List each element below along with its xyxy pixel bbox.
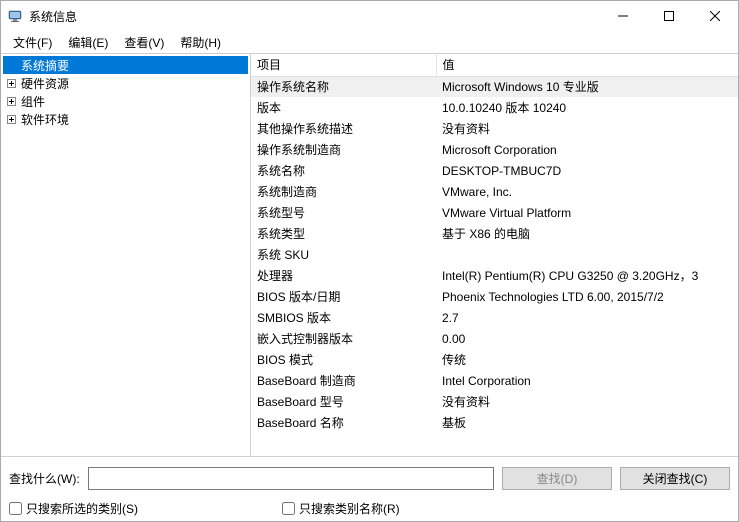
tree-label: 硬件资源 xyxy=(19,75,71,92)
search-label: 查找什么(W): xyxy=(9,470,80,487)
expand-icon[interactable] xyxy=(5,95,17,107)
cell-value: Microsoft Corporation xyxy=(436,139,738,160)
maximize-button[interactable] xyxy=(646,1,692,31)
table-row[interactable]: BaseBoard 名称基板 xyxy=(251,412,738,433)
menu-file[interactable]: 文件(F) xyxy=(5,32,60,53)
cell-value: Intel(R) Pentium(R) CPU G3250 @ 3.20GHz，… xyxy=(436,265,738,286)
table-row[interactable]: 其他操作系统描述没有资料 xyxy=(251,118,738,139)
table-row[interactable]: BIOS 版本/日期Phoenix Technologies LTD 6.00,… xyxy=(251,286,738,307)
tree-node[interactable]: 硬件资源 xyxy=(3,74,248,92)
search-selected-only-label[interactable]: 只搜索所选的类别(S) xyxy=(26,500,138,517)
cell-value: VMware Virtual Platform xyxy=(436,202,738,223)
cell-value: 没有资料 xyxy=(436,118,738,139)
cell-item: 系统制造商 xyxy=(251,181,436,202)
tree-node[interactable]: 软件环境 xyxy=(3,110,248,128)
tree-label: 组件 xyxy=(19,93,47,110)
cell-item: 系统型号 xyxy=(251,202,436,223)
details-list[interactable]: 项目 值 操作系统名称Microsoft Windows 10 专业版版本10.… xyxy=(251,54,738,456)
cell-value: 0.00 xyxy=(436,328,738,349)
cell-item: BaseBoard 名称 xyxy=(251,412,436,433)
content-pane: 系统摘要 硬件资源组件软件环境 项目 值 操作系统名称Microsoft Win… xyxy=(1,53,738,456)
table-row[interactable]: 系统制造商VMware, Inc. xyxy=(251,181,738,202)
table-row[interactable]: 处理器Intel(R) Pentium(R) CPU G3250 @ 3.20G… xyxy=(251,265,738,286)
cell-item: BaseBoard 型号 xyxy=(251,391,436,412)
tree-root-system-summary[interactable]: 系统摘要 xyxy=(3,56,248,74)
cell-value: 基板 xyxy=(436,412,738,433)
cell-value: Phoenix Technologies LTD 6.00, 2015/7/2 xyxy=(436,286,738,307)
cell-value: 2.7 xyxy=(436,307,738,328)
cell-value: Intel Corporation xyxy=(436,370,738,391)
table-row[interactable]: BaseBoard 制造商Intel Corporation xyxy=(251,370,738,391)
search-category-names-only-checkbox[interactable] xyxy=(282,502,295,515)
menu-help[interactable]: 帮助(H) xyxy=(172,32,229,53)
titlebar: 系统信息 xyxy=(1,1,738,31)
table-row[interactable]: 嵌入式控制器版本0.00 xyxy=(251,328,738,349)
cell-value: 没有资料 xyxy=(436,391,738,412)
table-row[interactable]: 系统 SKU xyxy=(251,244,738,265)
category-tree[interactable]: 系统摘要 硬件资源组件软件环境 xyxy=(1,54,251,456)
cell-item: 操作系统名称 xyxy=(251,76,436,97)
menu-view[interactable]: 查看(V) xyxy=(116,32,172,53)
cell-value: 基于 X86 的电脑 xyxy=(436,223,738,244)
table-row[interactable]: BIOS 模式传统 xyxy=(251,349,738,370)
cell-value: Microsoft Windows 10 专业版 xyxy=(436,76,738,97)
cell-item: 其他操作系统描述 xyxy=(251,118,436,139)
table-row[interactable]: 系统型号VMware Virtual Platform xyxy=(251,202,738,223)
window-title: 系统信息 xyxy=(29,8,77,25)
search-input[interactable] xyxy=(88,467,494,490)
column-header-value[interactable]: 值 xyxy=(436,54,738,76)
cell-item: 操作系统制造商 xyxy=(251,139,436,160)
cell-item: 系统名称 xyxy=(251,160,436,181)
cell-value xyxy=(436,244,738,265)
cell-value: DESKTOP-TMBUC7D xyxy=(436,160,738,181)
table-row[interactable]: BaseBoard 型号没有资料 xyxy=(251,391,738,412)
table-row[interactable]: 系统类型基于 X86 的电脑 xyxy=(251,223,738,244)
tree-label: 软件环境 xyxy=(19,111,71,128)
find-button[interactable]: 查找(D) xyxy=(502,467,612,490)
cell-item: SMBIOS 版本 xyxy=(251,307,436,328)
minimize-button[interactable] xyxy=(600,1,646,31)
cell-item: 系统类型 xyxy=(251,223,436,244)
cell-item: BIOS 版本/日期 xyxy=(251,286,436,307)
menubar: 文件(F) 编辑(E) 查看(V) 帮助(H) xyxy=(1,31,738,53)
expand-icon[interactable] xyxy=(5,77,17,89)
tree-label: 系统摘要 xyxy=(19,57,71,74)
table-row[interactable]: SMBIOS 版本2.7 xyxy=(251,307,738,328)
system-info-window: 系统信息 文件(F) 编辑(E) 查看(V) 帮助(H) 系统摘要 硬件资源组件… xyxy=(0,0,739,522)
close-button[interactable] xyxy=(692,1,738,31)
search-selected-only-checkbox[interactable] xyxy=(9,502,22,515)
cell-item: 处理器 xyxy=(251,265,436,286)
cell-item: BIOS 模式 xyxy=(251,349,436,370)
cell-item: 系统 SKU xyxy=(251,244,436,265)
column-header-item[interactable]: 项目 xyxy=(251,54,436,76)
search-category-names-only-label[interactable]: 只搜索类别名称(R) xyxy=(299,500,400,517)
table-row[interactable]: 操作系统名称Microsoft Windows 10 专业版 xyxy=(251,76,738,97)
cell-item: 嵌入式控制器版本 xyxy=(251,328,436,349)
app-icon xyxy=(7,8,23,24)
tree-node[interactable]: 组件 xyxy=(3,92,248,110)
cell-value: 传统 xyxy=(436,349,738,370)
table-row[interactable]: 操作系统制造商Microsoft Corporation xyxy=(251,139,738,160)
menu-edit[interactable]: 编辑(E) xyxy=(60,32,116,53)
close-find-button[interactable]: 关闭查找(C) xyxy=(620,467,730,490)
cell-value: VMware, Inc. xyxy=(436,181,738,202)
cell-item: 版本 xyxy=(251,97,436,118)
table-row[interactable]: 版本10.0.10240 版本 10240 xyxy=(251,97,738,118)
cell-value: 10.0.10240 版本 10240 xyxy=(436,97,738,118)
search-panel: 查找什么(W): 查找(D) 关闭查找(C) 只搜索所选的类别(S) 只搜索类别… xyxy=(1,456,738,521)
cell-item: BaseBoard 制造商 xyxy=(251,370,436,391)
table-row[interactable]: 系统名称DESKTOP-TMBUC7D xyxy=(251,160,738,181)
expand-icon[interactable] xyxy=(5,113,17,125)
